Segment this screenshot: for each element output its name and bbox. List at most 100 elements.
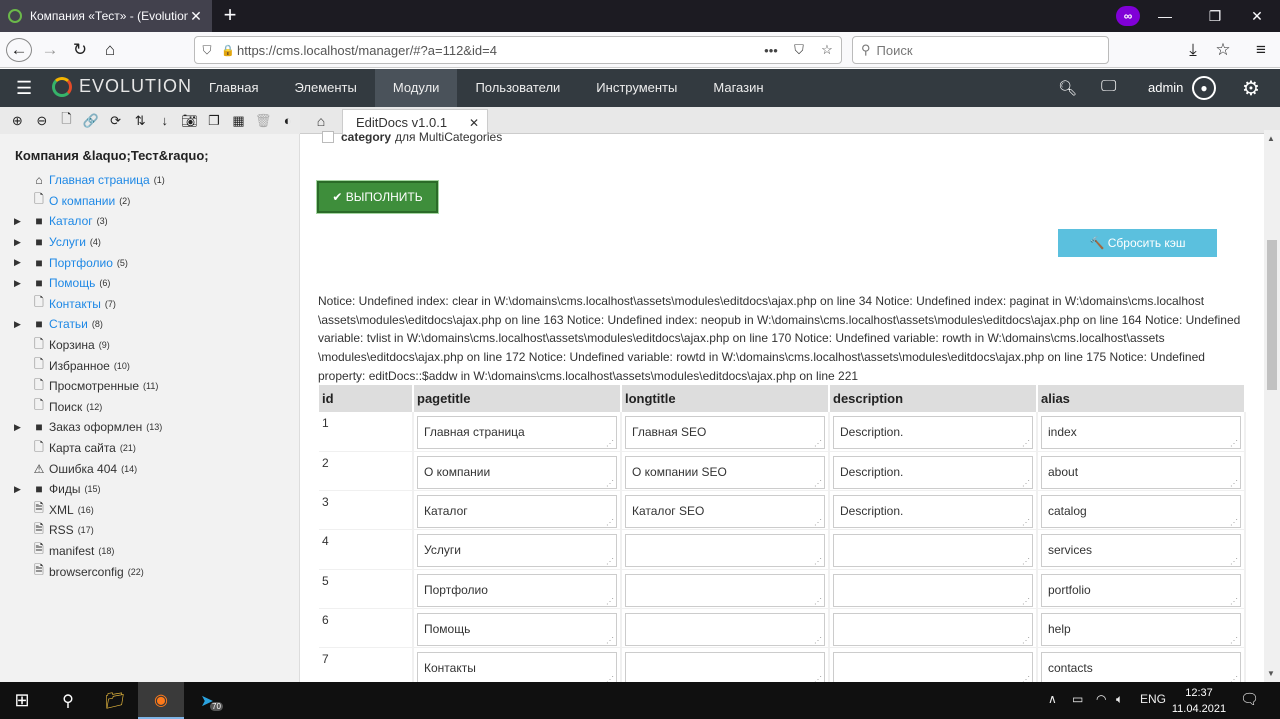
evolution-logo[interactable]: EVOLUTION: [52, 76, 192, 97]
download-icon[interactable]: ⤓: [1180, 38, 1206, 62]
collapse-all-icon[interactable]: ⊖: [30, 113, 55, 129]
tree-node-label[interactable]: browserconfig: [49, 565, 124, 579]
resize-grip-icon[interactable]: ⋰: [1230, 557, 1238, 566]
back-arrow-icon[interactable]: ←: [6, 38, 32, 62]
menu-item-4[interactable]: Инструменты: [578, 69, 695, 107]
resize-grip-icon[interactable]: ⋰: [1022, 439, 1030, 448]
tree-node[interactable]: 🗋 О компании (2): [14, 191, 294, 212]
url-text[interactable]: https://cms.localhost/manager/#?a=112&id…: [237, 43, 757, 58]
tree-node-label[interactable]: RSS: [49, 523, 74, 537]
menu-item-1[interactable]: Элементы: [276, 69, 374, 107]
tree-node[interactable]: ▶ ■ Статьи (8): [14, 314, 294, 335]
trash-icon[interactable]: 🗑: [251, 113, 276, 129]
tree-node-label[interactable]: Фиды: [49, 482, 80, 496]
settings-gear-icon[interactable]: ⚙: [1242, 76, 1260, 101]
tree-node[interactable]: 🗎 manifest (18): [14, 541, 294, 562]
resize-grip-icon[interactable]: ⋰: [1022, 557, 1030, 566]
description-textarea[interactable]: ⋰: [833, 612, 1033, 646]
resize-grip-icon[interactable]: ⋰: [814, 518, 822, 527]
alias-textarea[interactable]: catalog ⋰: [1041, 495, 1241, 529]
longtitle-textarea[interactable]: ⋰: [625, 652, 825, 686]
tree-node-label[interactable]: О компании: [49, 194, 115, 208]
sort-icon[interactable]: ⇅: [128, 113, 153, 129]
description-textarea[interactable]: Description. ⋰: [833, 455, 1033, 489]
file-explorer-icon[interactable]: 📁︎: [92, 682, 138, 719]
description-textarea[interactable]: ⋰: [833, 534, 1033, 568]
bookmark-star-icon[interactable]: ☆: [813, 42, 841, 58]
tree-node[interactable]: ▶ ■ Помощь (6): [14, 273, 294, 294]
taskbar-search-icon[interactable]: ⚲: [46, 682, 90, 719]
browser-tab[interactable]: Компания «Тест» - (Evolution ✕: [0, 0, 212, 32]
alias-textarea[interactable]: index ⋰: [1041, 416, 1241, 449]
user-avatar-icon[interactable]: ●: [1192, 76, 1216, 100]
tree-node-label[interactable]: Портфолио: [49, 256, 113, 270]
tree-node-label[interactable]: Помощь: [49, 276, 95, 290]
resize-grip-icon[interactable]: ⋰: [606, 518, 614, 527]
tree-node-label[interactable]: Карта сайта: [49, 441, 116, 455]
sort-order-icon[interactable]: ↓: [152, 113, 177, 128]
contrast-icon[interactable]: ◐: [275, 113, 300, 128]
tree-node[interactable]: 🗋 Избранное (10): [14, 355, 294, 376]
tree-node[interactable]: 🗋 Контакты (7): [14, 294, 294, 315]
pocket-icon[interactable]: ⛉: [785, 42, 813, 58]
multicategories-option[interactable]: category для MultiCategories: [322, 130, 502, 144]
resize-grip-icon[interactable]: ⋰: [814, 557, 822, 566]
tree-node-label[interactable]: Статьи: [49, 317, 88, 331]
notifications-icon[interactable]: 🗨: [1240, 690, 1259, 708]
tree-node[interactable]: 🗎 RSS (17): [14, 520, 294, 541]
resize-grip-icon[interactable]: ⋰: [1230, 636, 1238, 645]
expand-arrow-icon[interactable]: ▶: [14, 484, 31, 495]
tree-node-label[interactable]: Избранное: [49, 359, 110, 373]
pagetitle-textarea[interactable]: Главная страница ⋰: [417, 416, 617, 449]
expand-all-icon[interactable]: ⊕: [5, 113, 30, 129]
firefox-icon[interactable]: ◉: [138, 682, 184, 719]
description-textarea[interactable]: Description. ⋰: [833, 495, 1033, 529]
tree-node-label[interactable]: Каталог: [49, 214, 93, 228]
tree-node[interactable]: ▶ ■ Услуги (4): [14, 232, 294, 253]
forward-arrow-icon[interactable]: →: [37, 38, 63, 62]
home-icon[interactable]: ⌂: [97, 38, 123, 62]
resize-grip-icon[interactable]: ⋰: [606, 439, 614, 448]
resize-grip-icon[interactable]: ⋰: [1022, 597, 1030, 606]
site-name[interactable]: Компания &laquo;Тест&raquo;: [15, 148, 209, 163]
weblink-icon[interactable]: 🔗: [79, 113, 104, 129]
page-actions-icon[interactable]: •••: [757, 43, 785, 58]
resize-grip-icon[interactable]: ⋰: [814, 597, 822, 606]
tree-node-label[interactable]: Контакты: [49, 297, 101, 311]
resize-grip-icon[interactable]: ⋰: [606, 479, 614, 488]
scroll-up-icon[interactable]: ▲: [1267, 134, 1275, 143]
resize-grip-icon[interactable]: ⋰: [814, 479, 822, 488]
scrollbar-thumb[interactable]: [1267, 240, 1277, 390]
menu-item-3[interactable]: Пользователи: [457, 69, 578, 107]
new-tab-button[interactable]: +: [218, 4, 242, 28]
windows-start-icon[interactable]: ⊞: [0, 682, 44, 719]
resize-grip-icon[interactable]: ⋰: [1230, 479, 1238, 488]
resize-grip-icon[interactable]: ⋰: [1022, 636, 1030, 645]
tree-node-label[interactable]: Поиск: [49, 400, 82, 414]
tree-node[interactable]: ▶ ■ Каталог (3): [14, 211, 294, 232]
longtitle-textarea[interactable]: ⋰: [625, 534, 825, 568]
tree-node[interactable]: ⌂ Главная страница (1): [14, 170, 294, 191]
resize-grip-icon[interactable]: ⋰: [814, 439, 822, 448]
telegram-icon[interactable]: ➤ 70: [184, 682, 230, 719]
minimize-button[interactable]: —: [1142, 0, 1188, 32]
menu-item-2[interactable]: Модули: [374, 69, 458, 107]
tree-node[interactable]: 🗋 Корзина (9): [14, 335, 294, 356]
refresh-icon[interactable]: ⟳: [103, 113, 128, 129]
scroll-down-icon[interactable]: ▼: [1267, 669, 1275, 678]
maximize-button[interactable]: ❐: [1192, 0, 1238, 32]
pagetitle-textarea[interactable]: Контакты ⋰: [417, 652, 617, 686]
description-textarea[interactable]: Description. ⋰: [833, 416, 1033, 449]
pagetitle-textarea[interactable]: Каталог ⋰: [417, 495, 617, 529]
tree-node-label[interactable]: Главная страница: [49, 173, 150, 187]
clock[interactable]: 12:37 11.04.2021: [1170, 685, 1228, 717]
longtitle-textarea[interactable]: О компании SEO ⋰: [625, 455, 825, 489]
lock-icon[interactable]: 🔒: [219, 44, 237, 57]
search-field[interactable]: ⚲ Поиск: [852, 36, 1109, 64]
resize-grip-icon[interactable]: ⋰: [606, 597, 614, 606]
expand-arrow-icon[interactable]: ▶: [14, 237, 31, 248]
tree-node-label[interactable]: Просмотренные: [49, 379, 139, 393]
close-tab-icon[interactable]: ✕: [188, 8, 204, 25]
tree-node-label[interactable]: Ошибка 404: [49, 462, 117, 476]
tree-node[interactable]: ▶ ■ Фиды (15): [14, 479, 294, 500]
